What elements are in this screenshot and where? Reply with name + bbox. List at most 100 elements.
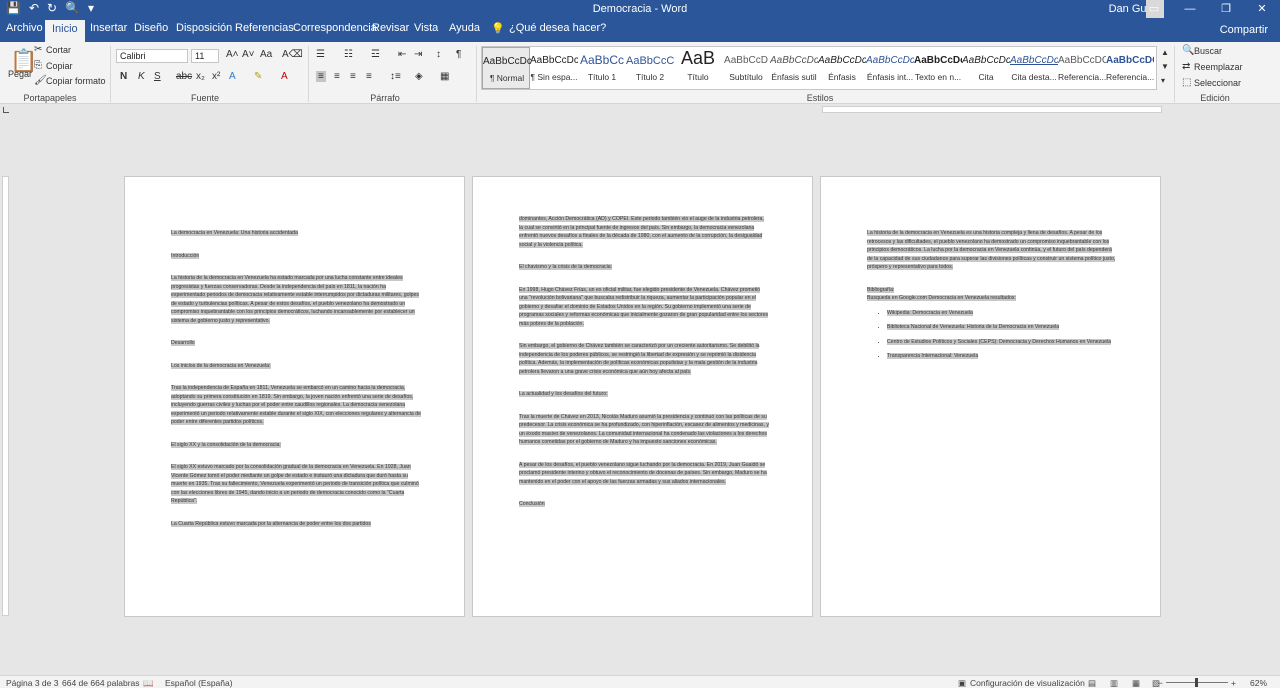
format-painter-button[interactable]: Copiar formato	[46, 76, 106, 86]
paragraph[interactable]: El siglo XX y la consolidación de la dem…	[171, 441, 421, 450]
minimize-icon[interactable]: —	[1172, 0, 1208, 18]
style-subtitle[interactable]: AaBbCcD Subtítulo	[722, 47, 770, 89]
zoom-in-icon[interactable]: +	[1231, 678, 1236, 688]
line-spacing-icon[interactable]: ↕≡	[390, 71, 401, 82]
zoom-level[interactable]: 62%	[1250, 678, 1267, 688]
word-count[interactable]: 664 de 664 palabras	[62, 678, 140, 688]
tab-disposicion[interactable]: Disposición	[176, 22, 232, 34]
bullets-icon[interactable]: ☰	[316, 49, 325, 60]
strikethrough-icon[interactable]: abc	[176, 71, 192, 82]
tab-archivo[interactable]: Archivo	[6, 22, 43, 34]
page-2[interactable]: dominantes, Acción Democrática (AD) y CO…	[472, 176, 813, 617]
tab-correspondencia[interactable]: Correspondencia	[293, 22, 377, 34]
tab-inicio[interactable]: Inicio	[45, 20, 85, 42]
paragraph[interactable]: La historia de la democracia en Venezuel…	[171, 274, 421, 325]
style-quote[interactable]: AaBbCcDc Cita	[962, 47, 1010, 89]
superscript-icon[interactable]: x²	[212, 71, 220, 82]
paragraph[interactable]: Sin embargo, el gobierno de Chávez tambi…	[519, 342, 769, 376]
style-intense-emphasis[interactable]: AaBbCcDc Énfasis int...	[866, 47, 914, 89]
style-no-spacing[interactable]: AaBbCcDc ¶ Sin espa...	[530, 47, 578, 89]
close-icon[interactable]: ✕	[1244, 0, 1280, 18]
paragraph[interactable]: La actualidad y los desafíos del futuro:	[519, 390, 769, 399]
underline-icon[interactable]: S	[154, 71, 161, 82]
change-case-icon[interactable]: Aa	[260, 49, 272, 60]
tab-vista[interactable]: Vista	[414, 22, 438, 34]
paragraph[interactable]: A pesar de los desafíos, el pueblo venez…	[519, 461, 769, 487]
paragraph[interactable]: En 1998, Hugo Chávez Frías, un ex oficia…	[519, 286, 769, 329]
zoom-slider-thumb[interactable]	[1195, 678, 1198, 687]
font-color-icon[interactable]: A	[281, 71, 288, 82]
borders-icon[interactable]: ▦	[440, 71, 449, 82]
style-title[interactable]: AaB Título	[674, 47, 722, 89]
paragraph[interactable]: La democracia en Venezuela: Una historia…	[171, 229, 421, 238]
align-center-icon[interactable]: ≡	[334, 71, 340, 82]
grow-font-icon[interactable]: A˄	[226, 49, 239, 60]
paragraph[interactable]: El chavismo y la crisis de la democracia…	[519, 263, 769, 272]
align-left-icon[interactable]: ≡	[316, 71, 326, 82]
proofing-icon[interactable]: 📖	[143, 678, 154, 688]
styles-more-icon[interactable]: ▾	[1161, 76, 1165, 85]
tab-ayuda[interactable]: Ayuda	[449, 22, 480, 34]
tab-insertar[interactable]: Insertar	[90, 22, 127, 34]
language-indicator[interactable]: Español (España)	[165, 678, 233, 688]
paragraph[interactable]: Desarrollo	[171, 339, 421, 348]
paragraph[interactable]: Busqueda en Google.com Democracia en Ven…	[867, 294, 1117, 303]
display-settings-icon[interactable]: ▣	[958, 678, 966, 688]
list-item[interactable]: Centro de Estudios Políticos y Sociales …	[887, 338, 1117, 347]
read-mode-icon[interactable]: ▥	[1110, 678, 1118, 688]
style-subtle-emphasis[interactable]: AaBbCcDc Énfasis sutil	[770, 47, 818, 89]
paragraph[interactable]: Bibliografía:	[867, 286, 1117, 295]
zoom-out-icon[interactable]: −	[1158, 678, 1163, 688]
list-item[interactable]: Wikipedia: Democracia en Venezuela	[887, 309, 1117, 318]
numbering-icon[interactable]: ☷	[344, 49, 353, 60]
print-layout-icon[interactable]: ▦	[1132, 678, 1140, 688]
paste-button[interactable]: Pegar	[8, 69, 32, 79]
paragraph[interactable]: Tras la independencia de España en 1811,…	[171, 384, 422, 427]
display-settings[interactable]: Configuración de visualización	[970, 678, 1085, 688]
style-intense-reference[interactable]: AaBbCcDCReferencia...	[1106, 47, 1154, 89]
italic-icon[interactable]: K	[138, 71, 145, 82]
select-button[interactable]: Seleccionar	[1194, 78, 1241, 88]
focus-mode-icon[interactable]: ▤	[1088, 678, 1096, 688]
list-item[interactable]: Transparencia Internacional: Venezuela	[887, 352, 1117, 361]
font-size-combo[interactable]: 11	[191, 49, 219, 63]
paragraph[interactable]: dominantes, Acción Democrática (AD) y CO…	[519, 215, 769, 249]
page-1[interactable]: La democracia en Venezuela: Una historia…	[124, 176, 465, 617]
style-emphasis[interactable]: AaBbCcDc Énfasis	[818, 47, 866, 89]
tab-selector[interactable]	[3, 107, 9, 113]
style-heading-2[interactable]: AaBbCcC Título 2	[626, 47, 674, 89]
text-effects-icon[interactable]: A	[229, 71, 236, 82]
style-normal[interactable]: AaBbCcDc ¶ Normal	[482, 47, 531, 89]
page-count[interactable]: Página 3 de 3	[6, 678, 58, 688]
tell-me-search[interactable]: ¿Qué desea hacer?	[509, 22, 606, 34]
styles-scroll-up-icon[interactable]: ▲	[1161, 48, 1169, 57]
clear-formatting-icon[interactable]: A⌫	[282, 49, 303, 60]
list-item[interactable]: Biblioteca Nacional de Venezuela: Histor…	[887, 323, 1117, 332]
style-strong[interactable]: AaBbCcDc Texto en n...	[914, 47, 962, 89]
paragraph[interactable]: Introducción	[171, 252, 421, 261]
style-heading-1[interactable]: AaBbCc Título 1	[578, 47, 626, 89]
find-button[interactable]: Buscar	[1194, 46, 1222, 56]
paragraph[interactable]: El siglo XX estuvo marcado por la consol…	[171, 463, 421, 506]
tab-referencias[interactable]: Referencias	[235, 22, 294, 34]
multilevel-list-icon[interactable]: ☲	[371, 49, 380, 60]
paragraph[interactable]: Conclusión	[519, 500, 769, 509]
paragraph[interactable]: La Cuarta República estuvo marcada por l…	[171, 520, 421, 529]
style-subtle-reference[interactable]: AaBbCcDC Referencia...	[1058, 47, 1106, 89]
justify-icon[interactable]: ≡	[366, 71, 372, 82]
vertical-ruler[interactable]	[2, 176, 9, 616]
share-button[interactable]: Compartir	[1220, 24, 1268, 36]
restore-icon[interactable]: ❐	[1208, 0, 1244, 18]
style-intense-quote[interactable]: AaBbCcDc Cita desta...	[1010, 47, 1058, 89]
increase-indent-icon[interactable]: ⇥	[414, 49, 422, 60]
bold-icon[interactable]: N	[120, 71, 127, 82]
horizontal-ruler[interactable]	[822, 106, 1162, 113]
cut-button[interactable]: Cortar	[46, 45, 71, 55]
shading-icon[interactable]: ◈	[415, 71, 423, 82]
font-name-combo[interactable]: Calibri	[116, 49, 188, 63]
paragraph[interactable]: Los inicios de la democracia en Venezuel…	[171, 362, 421, 371]
subscript-icon[interactable]: x₂	[196, 71, 205, 82]
replace-button[interactable]: Reemplazar	[1194, 62, 1243, 72]
align-right-icon[interactable]: ≡	[350, 71, 356, 82]
tab-diseno[interactable]: Diseño	[134, 22, 168, 34]
